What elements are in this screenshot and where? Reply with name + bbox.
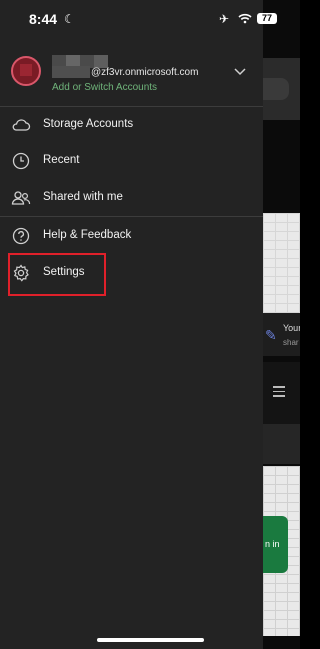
menu-item-label: Storage Accounts — [43, 118, 134, 130]
background-search-pill — [263, 78, 289, 100]
moon-icon: ☾ — [64, 12, 75, 26]
people-icon — [11, 191, 31, 205]
cloud-icon — [12, 119, 31, 131]
menu-item-label: Help & Feedback — [43, 229, 132, 241]
account-email: @zf3vr.onmicrosoft.com — [91, 67, 199, 78]
status-time: 8:44 — [29, 11, 58, 27]
menu-item-label: Shared with me — [43, 191, 123, 203]
add-switch-accounts-link[interactable]: Add or Switch Accounts — [52, 82, 157, 93]
menu-item-recent[interactable]: Recent — [0, 143, 263, 179]
menu-item-storage-accounts[interactable]: Storage Accounts — [0, 107, 263, 143]
background-section — [263, 424, 300, 464]
settings-highlight-box — [8, 253, 106, 296]
list-view-icon — [273, 386, 285, 397]
home-indicator[interactable] — [97, 638, 204, 642]
background-app: ✎ Your shar n in — [263, 0, 300, 649]
background-button-text: n in — [265, 539, 280, 549]
background-green-button: n in — [263, 516, 288, 573]
menu-item-shared-with-me[interactable]: Shared with me — [0, 180, 263, 216]
airplane-icon: ✈ — [219, 12, 230, 26]
navigation-drawer: @zf3vr.onmicrosoft.com Add or Switch Acc… — [0, 0, 263, 649]
battery-icon: 77 — [257, 13, 277, 24]
wifi-icon — [238, 13, 252, 24]
avatar[interactable] — [11, 56, 41, 86]
divider — [0, 216, 263, 217]
help-icon — [12, 227, 30, 245]
account-header[interactable]: @zf3vr.onmicrosoft.com Add or Switch Acc… — [0, 52, 263, 106]
chevron-down-icon[interactable] — [233, 64, 247, 78]
clock-icon — [12, 152, 30, 170]
redacted-email-prefix — [52, 66, 90, 78]
pencil-icon: ✎ — [265, 327, 277, 343]
background-text-2: shar — [283, 338, 299, 347]
background-text-1: Your — [283, 323, 300, 333]
menu-item-help-feedback[interactable]: Help & Feedback — [0, 218, 263, 254]
menu-item-label: Recent — [43, 154, 80, 166]
background-grid — [263, 213, 300, 313]
status-bar: 8:44 ☾ ✈ 77 — [0, 0, 300, 40]
